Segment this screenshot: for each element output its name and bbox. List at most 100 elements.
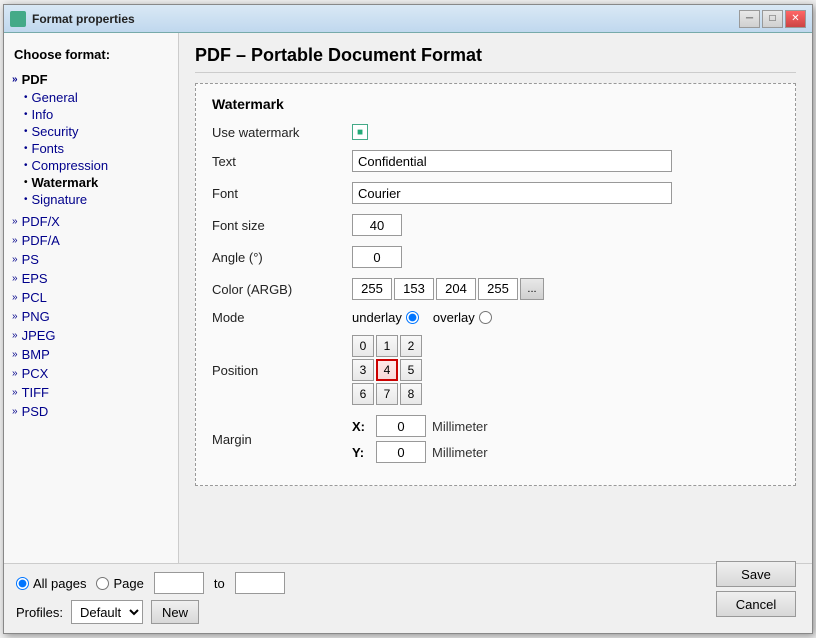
- margin-y-unit: Millimeter: [432, 445, 488, 460]
- angle-input[interactable]: [352, 246, 402, 268]
- sidebar-item-eps[interactable]: » EPS: [4, 269, 178, 288]
- color-label: Color (ARGB): [212, 282, 352, 297]
- sidebar-item-info[interactable]: • Info: [4, 106, 178, 123]
- pos-btn-7[interactable]: 7: [376, 383, 398, 405]
- position-label: Position: [212, 363, 352, 378]
- sidebar-item-pcx[interactable]: » PCX: [4, 364, 178, 383]
- sidebar-title: Choose format:: [4, 43, 178, 70]
- page-option[interactable]: Page: [96, 576, 143, 591]
- margin-y-input[interactable]: [376, 441, 426, 463]
- sidebar-item-compression[interactable]: • Compression: [4, 157, 178, 174]
- mode-control: underlay overlay: [352, 310, 779, 325]
- font-size-control: [352, 214, 779, 236]
- sidebar-item-general[interactable]: • General: [4, 89, 178, 106]
- page-title: PDF – Portable Document Format: [195, 45, 796, 73]
- text-input[interactable]: [352, 150, 672, 172]
- position-control: 0 1 2 3 4 5 6 7 8: [352, 335, 779, 405]
- mode-underlay-option[interactable]: underlay: [352, 310, 419, 325]
- arrow-icon: »: [12, 235, 18, 246]
- sidebar-item-security[interactable]: • Security: [4, 123, 178, 140]
- margin-x-input[interactable]: [376, 415, 426, 437]
- sidebar-pdf-label: PDF: [22, 72, 48, 87]
- color-r-input[interactable]: [394, 278, 434, 300]
- mode-overlay-option[interactable]: overlay: [433, 310, 492, 325]
- content-area: Choose format: » PDF • General • Info • …: [4, 33, 812, 563]
- sidebar-item-pdf[interactable]: » PDF: [4, 70, 178, 89]
- angle-row: Angle (°): [212, 246, 779, 268]
- pos-btn-2[interactable]: 2: [400, 335, 422, 357]
- color-row: Color (ARGB) ...: [212, 278, 779, 300]
- font-input[interactable]: [352, 182, 672, 204]
- title-bar: Format properties ─ □ ✕: [4, 5, 812, 33]
- arrow-icon: »: [12, 387, 18, 398]
- sidebar-item-ps[interactable]: » PS: [4, 250, 178, 269]
- color-control: ...: [352, 278, 779, 300]
- maximize-button[interactable]: □: [762, 10, 783, 28]
- mode-row: Mode underlay overlay: [212, 310, 779, 325]
- sidebar-item-psd[interactable]: » PSD: [4, 402, 178, 421]
- watermark-section: Watermark Use watermark Text: [195, 83, 796, 486]
- text-label: Text: [212, 154, 352, 169]
- margin-x-unit: Millimeter: [432, 419, 488, 434]
- sidebar-item-pcl[interactable]: » PCL: [4, 288, 178, 307]
- color-b-input[interactable]: [478, 278, 518, 300]
- window-icon: [10, 11, 26, 27]
- page-radio[interactable]: [96, 577, 109, 590]
- cancel-button[interactable]: Cancel: [716, 591, 796, 617]
- font-size-label: Font size: [212, 218, 352, 233]
- font-size-input[interactable]: [352, 214, 402, 236]
- sidebar-item-fonts[interactable]: • Fonts: [4, 140, 178, 157]
- page-selection-row: All pages Page to: [16, 572, 800, 594]
- margin-y-item: Y: Millimeter: [352, 441, 779, 463]
- pos-btn-6[interactable]: 6: [352, 383, 374, 405]
- mode-underlay-radio[interactable]: [406, 311, 419, 324]
- margin-x-label: X:: [352, 419, 370, 434]
- sidebar-item-bmp[interactable]: » BMP: [4, 345, 178, 364]
- main-window: Format properties ─ □ ✕ Choose format: »…: [3, 4, 813, 634]
- bullet-icon: •: [24, 143, 28, 154]
- sidebar-item-pdfx[interactable]: » PDF/X: [4, 212, 178, 231]
- arrow-icon: »: [12, 311, 18, 322]
- minimize-button[interactable]: ─: [739, 10, 760, 28]
- sidebar: Choose format: » PDF • General • Info • …: [4, 33, 179, 563]
- sidebar-item-jpeg[interactable]: » JPEG: [4, 326, 178, 345]
- page-to-input[interactable]: [235, 572, 285, 594]
- mode-underlay-label: underlay: [352, 310, 402, 325]
- pos-btn-8[interactable]: 8: [400, 383, 422, 405]
- mode-radio-group: underlay overlay: [352, 310, 779, 325]
- position-row: Position 0 1 2 3 4 5 6 7 8: [212, 335, 779, 405]
- profiles-select[interactable]: Default: [71, 600, 143, 624]
- arrow-icon: »: [12, 330, 18, 341]
- pos-btn-5[interactable]: 5: [400, 359, 422, 381]
- sidebar-item-signature[interactable]: • Signature: [4, 191, 178, 208]
- save-button[interactable]: Save: [716, 561, 796, 587]
- close-button[interactable]: ✕: [785, 10, 806, 28]
- page-from-input[interactable]: [154, 572, 204, 594]
- all-pages-option[interactable]: All pages: [16, 576, 86, 591]
- arrow-icon: »: [12, 292, 18, 303]
- sidebar-item-watermark[interactable]: • Watermark: [4, 174, 178, 191]
- sidebar-item-tiff[interactable]: » TIFF: [4, 383, 178, 402]
- pos-btn-3[interactable]: 3: [352, 359, 374, 381]
- sidebar-item-pdfa[interactable]: » PDF/A: [4, 231, 178, 250]
- sidebar-item-png[interactable]: » PNG: [4, 307, 178, 326]
- pos-btn-0[interactable]: 0: [352, 335, 374, 357]
- action-buttons: Save Cancel: [716, 561, 796, 617]
- arrow-icon: »: [12, 406, 18, 417]
- color-a-input[interactable]: [352, 278, 392, 300]
- profiles-label: Profiles:: [16, 605, 63, 620]
- mode-overlay-radio[interactable]: [479, 311, 492, 324]
- pos-btn-1[interactable]: 1: [376, 335, 398, 357]
- pos-btn-4[interactable]: 4: [376, 359, 398, 381]
- new-button[interactable]: New: [151, 600, 199, 624]
- arrow-icon: »: [12, 273, 18, 284]
- all-pages-radio[interactable]: [16, 577, 29, 590]
- section-title: Watermark: [212, 96, 779, 112]
- window-title: Format properties: [32, 12, 739, 26]
- color-picker-button[interactable]: ...: [520, 278, 544, 300]
- color-g-input[interactable]: [436, 278, 476, 300]
- use-watermark-control: [352, 124, 779, 140]
- use-watermark-checkbox[interactable]: [352, 124, 368, 140]
- margin-label: Margin: [212, 432, 352, 447]
- use-watermark-row: Use watermark: [212, 124, 779, 140]
